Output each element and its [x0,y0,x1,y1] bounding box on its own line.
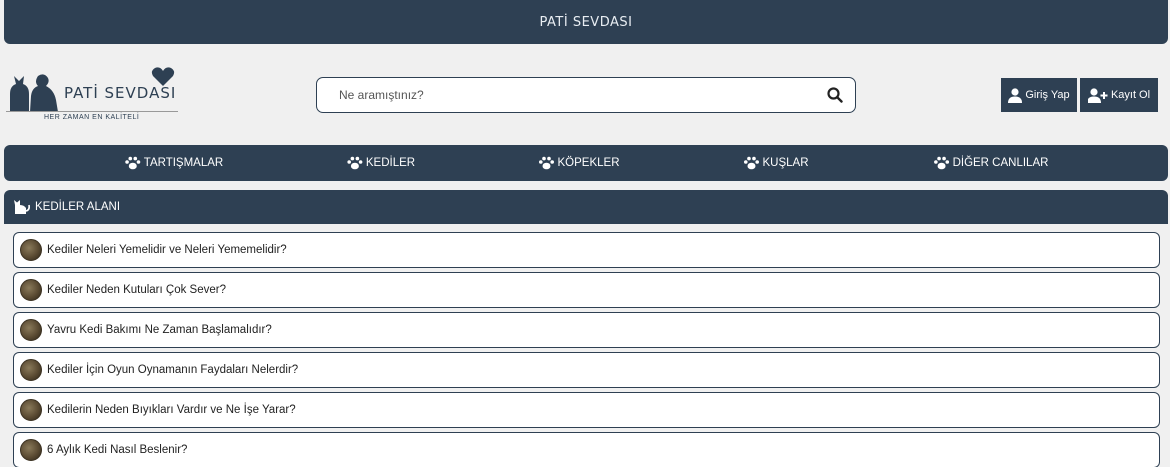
list-item[interactable]: Kedilerin Neden Bıyıkları Vardır ve Ne İ… [13,392,1160,428]
nav-item-kediler[interactable]: KEDİLER [347,145,415,181]
nav-item-diger-canlilar[interactable]: DİĞER CANLILAR [934,145,1049,181]
search-bar [316,77,856,113]
paw-icon [347,156,363,170]
nav-item-label: TARTIŞMALAR [143,157,224,169]
site-title: PATİ SEVDASI [539,14,633,30]
paw-icon [934,156,950,170]
section-title: KEDİLER ALANI [35,201,121,213]
list-item[interactable]: Yavru Kedi Bakımı Ne Zaman Başlamalıdır? [13,312,1160,348]
register-button[interactable]: Kayıt Ol [1080,78,1158,112]
user-icon [1008,87,1023,103]
nav-item-label: KEDİLER [365,157,416,169]
list-item[interactable]: Kediler Neden Kutuları Çok Sever? [13,272,1160,308]
avatar [20,319,42,341]
category-nav: TARTIŞMALAR KEDİLER KÖPEKLER KUŞLAR DİĞE… [4,145,1168,181]
list-item[interactable]: Kediler Neleri Yemelidir ve Neleri Yemem… [13,232,1160,268]
paw-icon [743,156,759,170]
topic-list: Kediler Neleri Yemelidir ve Neleri Yemem… [13,232,1160,467]
topic-title: Kediler Neden Kutuları Çok Sever? [47,284,226,296]
avatar [20,439,42,461]
nav-item-label: KUŞLAR [762,157,809,169]
cat-icon [14,200,30,214]
login-label: Giriş Yap [1025,89,1070,101]
user-plus-icon [1087,87,1108,103]
logo-tagline: HER ZAMAN EN KALİTELİ [44,114,140,121]
topic-title: Kediler Neleri Yemelidir ve Neleri Yemem… [47,244,287,256]
avatar [20,399,42,421]
search-icon [827,87,843,103]
topic-title: Kedilerin Neden Bıyıkları Vardır ve Ne İ… [47,404,296,416]
site-logo[interactable]: PATİ SEVDASI HER ZAMAN EN KALİTELİ [6,64,186,156]
logo-name: PATİ SEVDASI [64,84,177,102]
topic-title: Kediler İçin Oyun Oynamanın Faydaları Ne… [47,364,299,376]
topic-title: 6 Aylık Kedi Nasıl Beslenir? [47,444,188,456]
register-label: Kayıt Ol [1110,89,1151,101]
section-header: KEDİLER ALANI [4,190,1168,224]
search-button[interactable] [815,78,855,112]
nav-item-tartismalar[interactable]: TARTIŞMALAR [125,145,223,181]
search-input[interactable] [317,78,815,112]
avatar [20,279,42,301]
nav-item-kopekler[interactable]: KÖPEKLER [539,145,620,181]
list-item[interactable]: Kediler İçin Oyun Oynamanın Faydaları Ne… [13,352,1160,388]
nav-item-label: KÖPEKLER [557,157,620,169]
avatar [20,359,42,381]
nav-item-kuslar[interactable]: KUŞLAR [743,145,809,181]
nav-item-label: DİĞER CANLILAR [952,157,1049,169]
login-button[interactable]: Giriş Yap [1001,78,1077,112]
logo-divider [6,111,178,112]
topic-title: Yavru Kedi Bakımı Ne Zaman Başlamalıdır? [47,324,272,336]
list-item[interactable]: 6 Aylık Kedi Nasıl Beslenir? [13,432,1160,467]
top-banner: PATİ SEVDASI [4,0,1168,44]
header: PATİ SEVDASI HER ZAMAN EN KALİTELİ Giriş… [0,44,1170,144]
paw-icon [539,156,554,170]
paw-icon [125,156,141,170]
avatar [20,239,42,261]
